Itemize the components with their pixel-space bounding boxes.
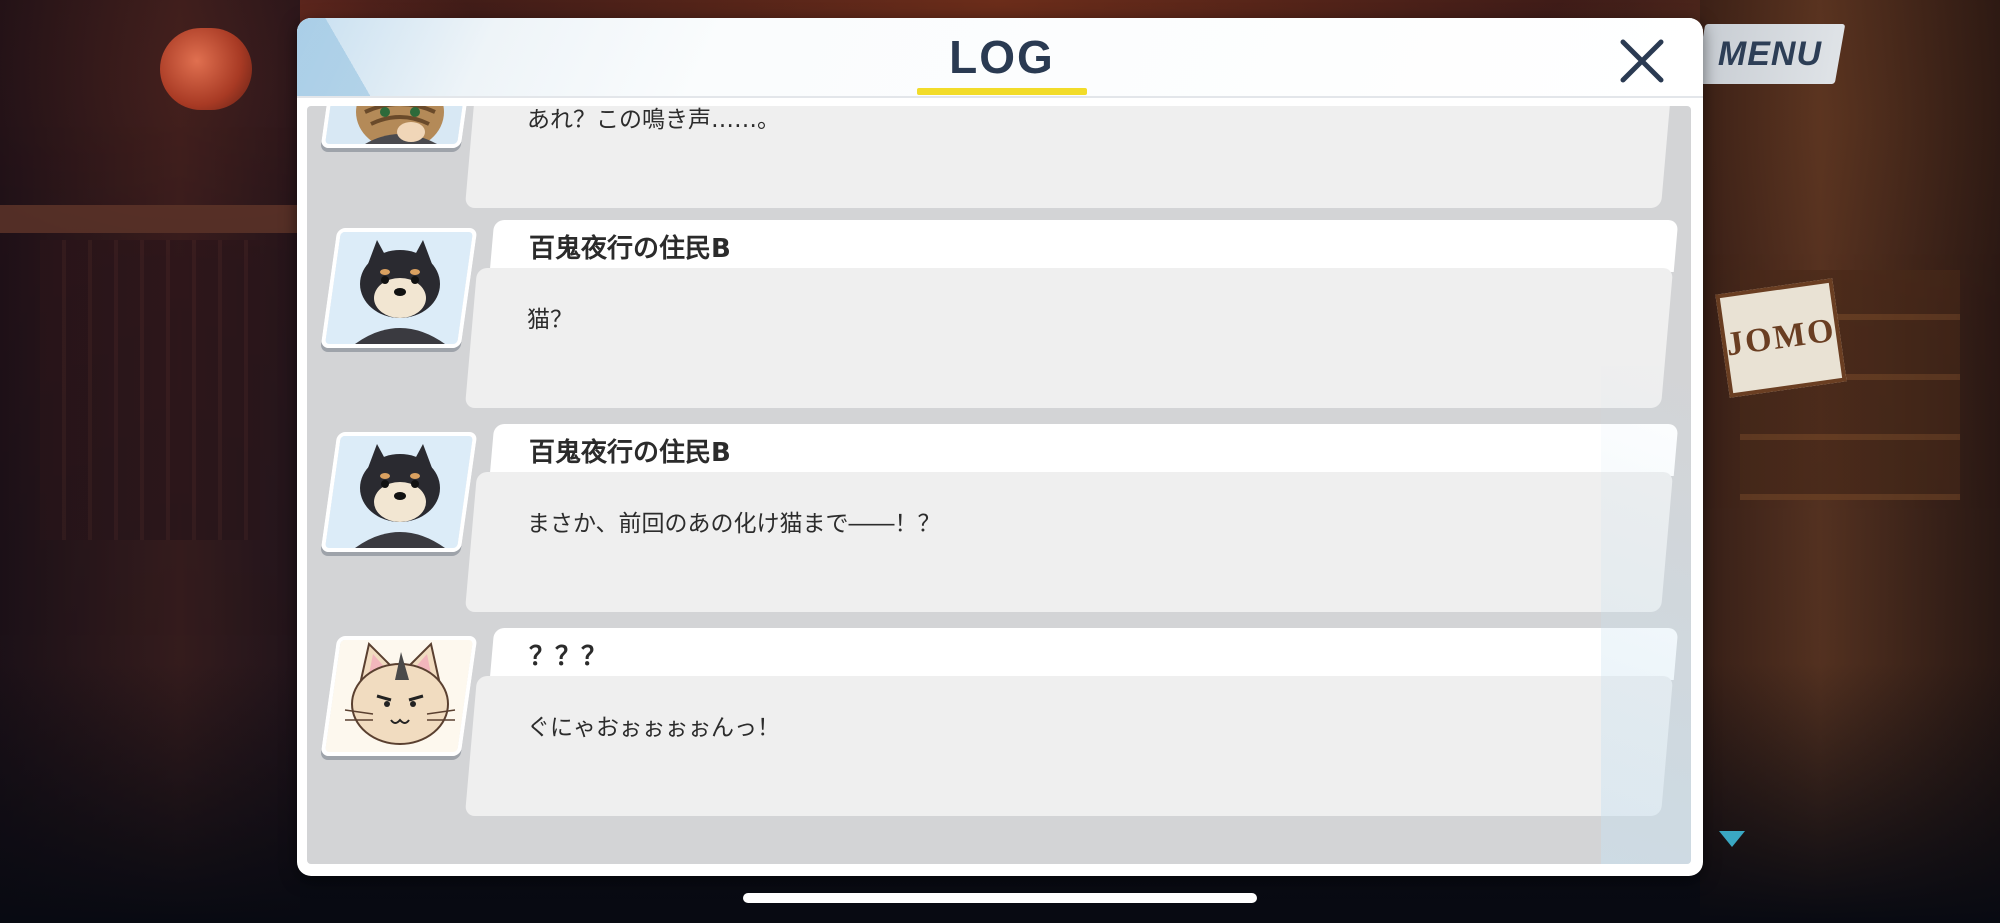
- message-text: あれ？この鳴き声……。: [527, 107, 780, 133]
- log-panel: LOG あれ？この鳴き声……。 百鬼夜行の住民B 猫？ 百鬼夜行の住民B まさか…: [297, 18, 1703, 876]
- speaker-name: 百鬼夜行の住民B: [529, 438, 731, 468]
- title-underline: [917, 88, 1087, 95]
- shiba-dog-avatar-icon: [320, 432, 478, 552]
- log-list[interactable]: あれ？この鳴き声……。 百鬼夜行の住民B 猫？ 百鬼夜行の住民B まさか、前回の…: [307, 106, 1691, 864]
- speaker-strip: [489, 628, 1679, 680]
- speaker-name: 百鬼夜行の住民B: [529, 234, 731, 264]
- scroll-down-arrow-icon[interactable]: [1719, 831, 1745, 847]
- drawn-cat-avatar-icon: [320, 636, 478, 756]
- tabby-cat-avatar-icon: [320, 106, 478, 148]
- log-entry: あれ？この鳴き声……。: [307, 106, 1691, 210]
- shiba-dog-avatar-icon: [320, 228, 478, 348]
- log-entry: 百鬼夜行の住民B 猫？: [307, 220, 1691, 410]
- log-entry: 百鬼夜行の住民B まさか、前回のあの化け猫まで――！？: [307, 424, 1691, 614]
- message-text: まさか、前回のあの化け猫まで――！？: [527, 511, 941, 537]
- menu-button-label: MENU: [1717, 34, 1823, 73]
- red-lantern: [160, 28, 252, 110]
- header-divider: [297, 96, 1703, 98]
- message-text: ぐにゃおぉぉぉぉんっ！: [527, 715, 780, 741]
- log-entry: ？？？ ぐにゃおぉぉぉぉんっ！: [307, 628, 1691, 818]
- message-bubble: [464, 268, 1674, 408]
- close-icon[interactable]: [1617, 36, 1667, 86]
- log-title: LOG: [949, 31, 1055, 83]
- message-bubble: [464, 676, 1674, 816]
- home-indicator[interactable]: [743, 893, 1257, 903]
- menu-button[interactable]: MENU: [1694, 24, 1846, 84]
- shop-sign: JOMO: [1715, 278, 1847, 398]
- message-bubble: [464, 472, 1674, 612]
- speaker-name: ？？？: [529, 642, 608, 672]
- message-text: 猫？: [527, 307, 573, 333]
